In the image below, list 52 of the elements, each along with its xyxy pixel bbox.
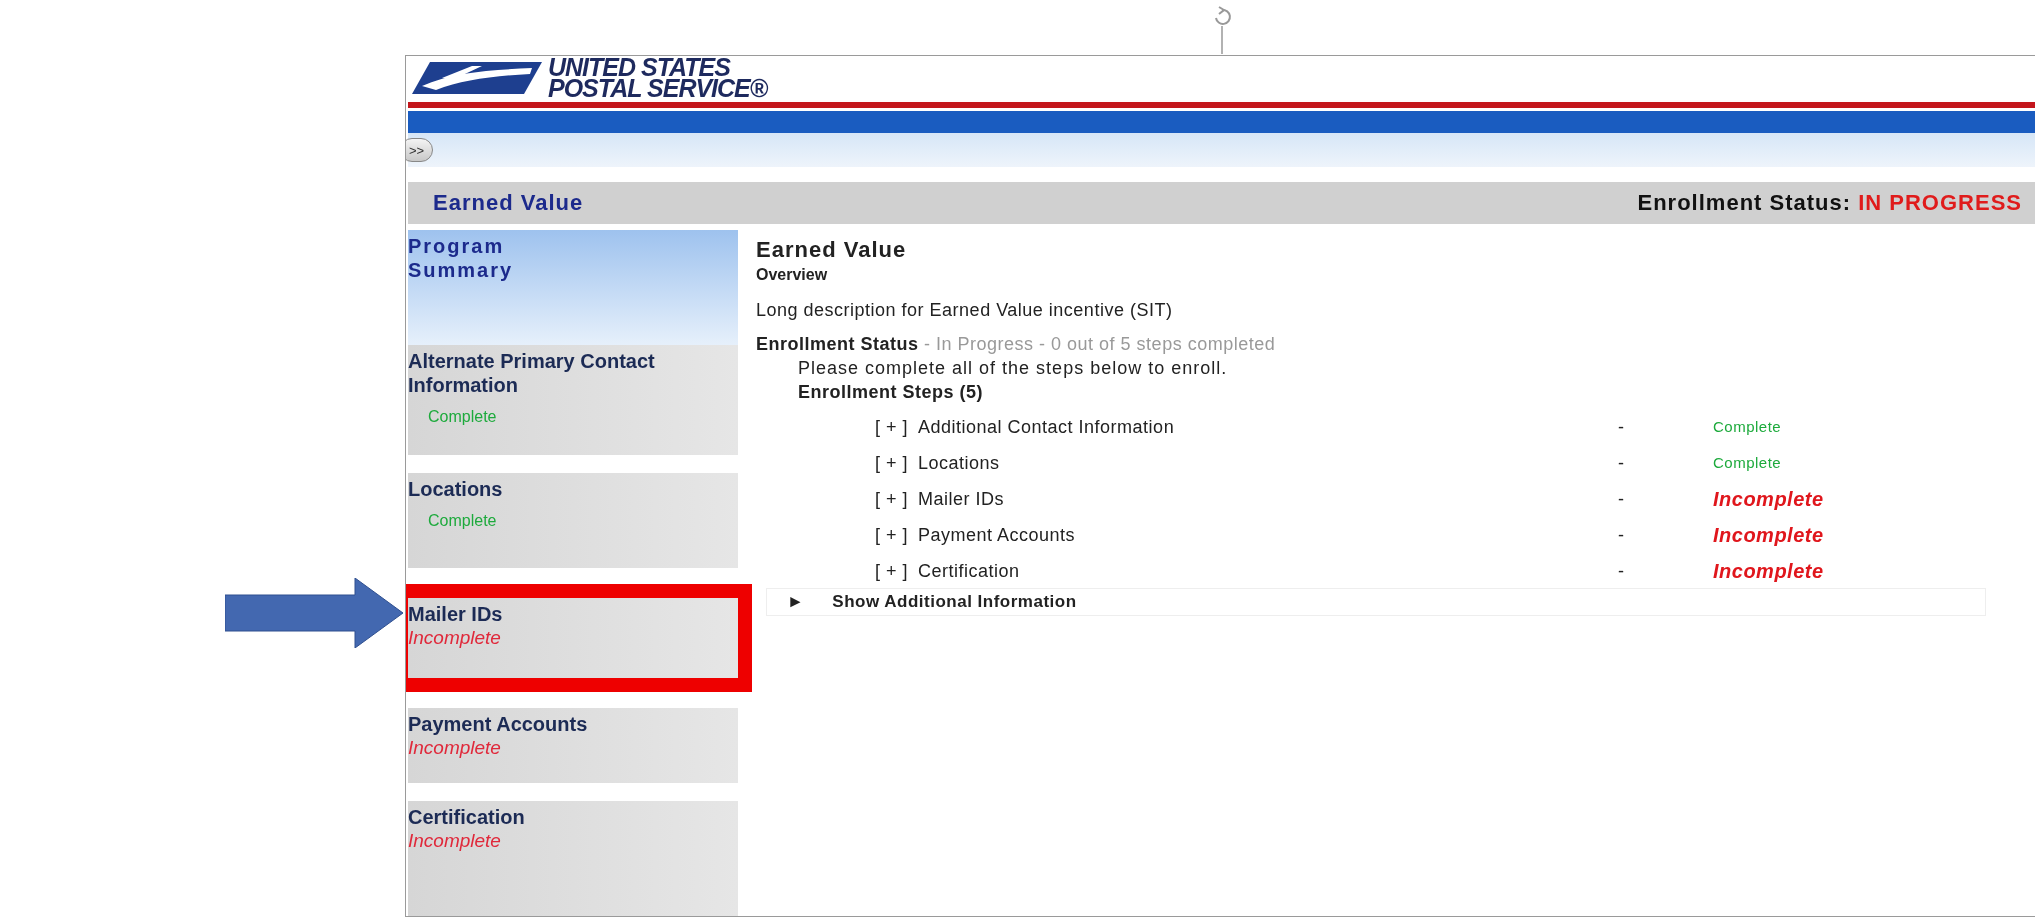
expand-toggle[interactable]: [ + ] [875, 554, 918, 588]
steps-heading: Enrollment Steps (5) [798, 381, 985, 404]
dash-text: - [1618, 452, 1626, 475]
sidebar-item[interactable]: Certification Incomplete [408, 801, 738, 916]
sidebar-item-title: Certification [408, 805, 526, 829]
sidebar-item[interactable]: Payment Accounts Incomplete [408, 708, 738, 783]
expand-button[interactable]: >> [406, 138, 434, 162]
step-name: Additional Contact Information [918, 416, 1176, 439]
logo-text: POSTAL SERVICE® [548, 78, 768, 99]
expand-toggle[interactable]: [ + ] [875, 518, 918, 552]
step-status: Complete [427, 407, 497, 427]
description-text: Long description for Earned Value incentive (SIT) [756, 299, 1174, 322]
step-status: Incomplete [1713, 523, 1825, 548]
logo-text: UNITED STATES [548, 57, 731, 78]
step-status: Complete [1713, 453, 1783, 473]
step-status: Complete [1713, 417, 1783, 437]
step-status: Incomplete [408, 626, 501, 650]
content-subtitle: Overview [756, 265, 829, 285]
dash-text: - [1618, 560, 1626, 583]
triangle-icon: ► [787, 592, 805, 612]
step-name: Payment Accounts [918, 524, 1077, 547]
expand-toggle[interactable]: [ + ] [875, 482, 918, 516]
content-title: Earned Value [756, 236, 908, 264]
instruction-text: Please complete all of the steps below to enroll. [798, 357, 1229, 380]
step-status: Incomplete [1713, 487, 1825, 512]
step-name: Certification [918, 560, 1021, 583]
step-status: Incomplete [408, 829, 501, 853]
dash-text: - [1618, 524, 1626, 547]
step-name: Mailer IDs [918, 488, 1005, 511]
eagle-logo-icon [412, 60, 542, 96]
step-status: Complete [427, 511, 497, 531]
enrollment-status: Enrollment Status: IN PROGRESS [1637, 190, 2022, 216]
dash-text: - [1618, 488, 1626, 511]
sidebar-item[interactable]: Locations Complete [408, 473, 738, 568]
sidebar-item-title: Alternate Primary Contact Information [408, 349, 656, 397]
arrow-icon [225, 578, 403, 648]
additional-info-label: Show Additional Information [832, 592, 1077, 612]
enrollment-status-text: Enrollment Status - In Progress - 0 out of 5 steps completed [756, 333, 1277, 356]
program-title: Earned Value [433, 190, 584, 216]
sidebar-item-title: Mailer IDs [408, 602, 504, 626]
step-status: Incomplete [408, 736, 501, 760]
sidebar-item[interactable]: Alternate Primary Contact Information Complete [408, 345, 738, 455]
step-status: Incomplete [1713, 559, 1825, 584]
expand-toggle[interactable]: [ + ] [875, 410, 918, 444]
sidebar-item-title: Locations [408, 477, 504, 501]
expand-toggle[interactable]: [ + ] [875, 446, 918, 480]
sidebar-item-title: Payment Accounts [408, 712, 589, 736]
step-name: Locations [918, 452, 1001, 475]
additional-info-toggle[interactable]: ► Show Additional Information [766, 588, 1986, 616]
dash-text: - [1618, 416, 1626, 439]
sidebar-item-title: Program Summary [408, 234, 515, 282]
sidebar-item[interactable]: Program Summary [408, 230, 738, 345]
